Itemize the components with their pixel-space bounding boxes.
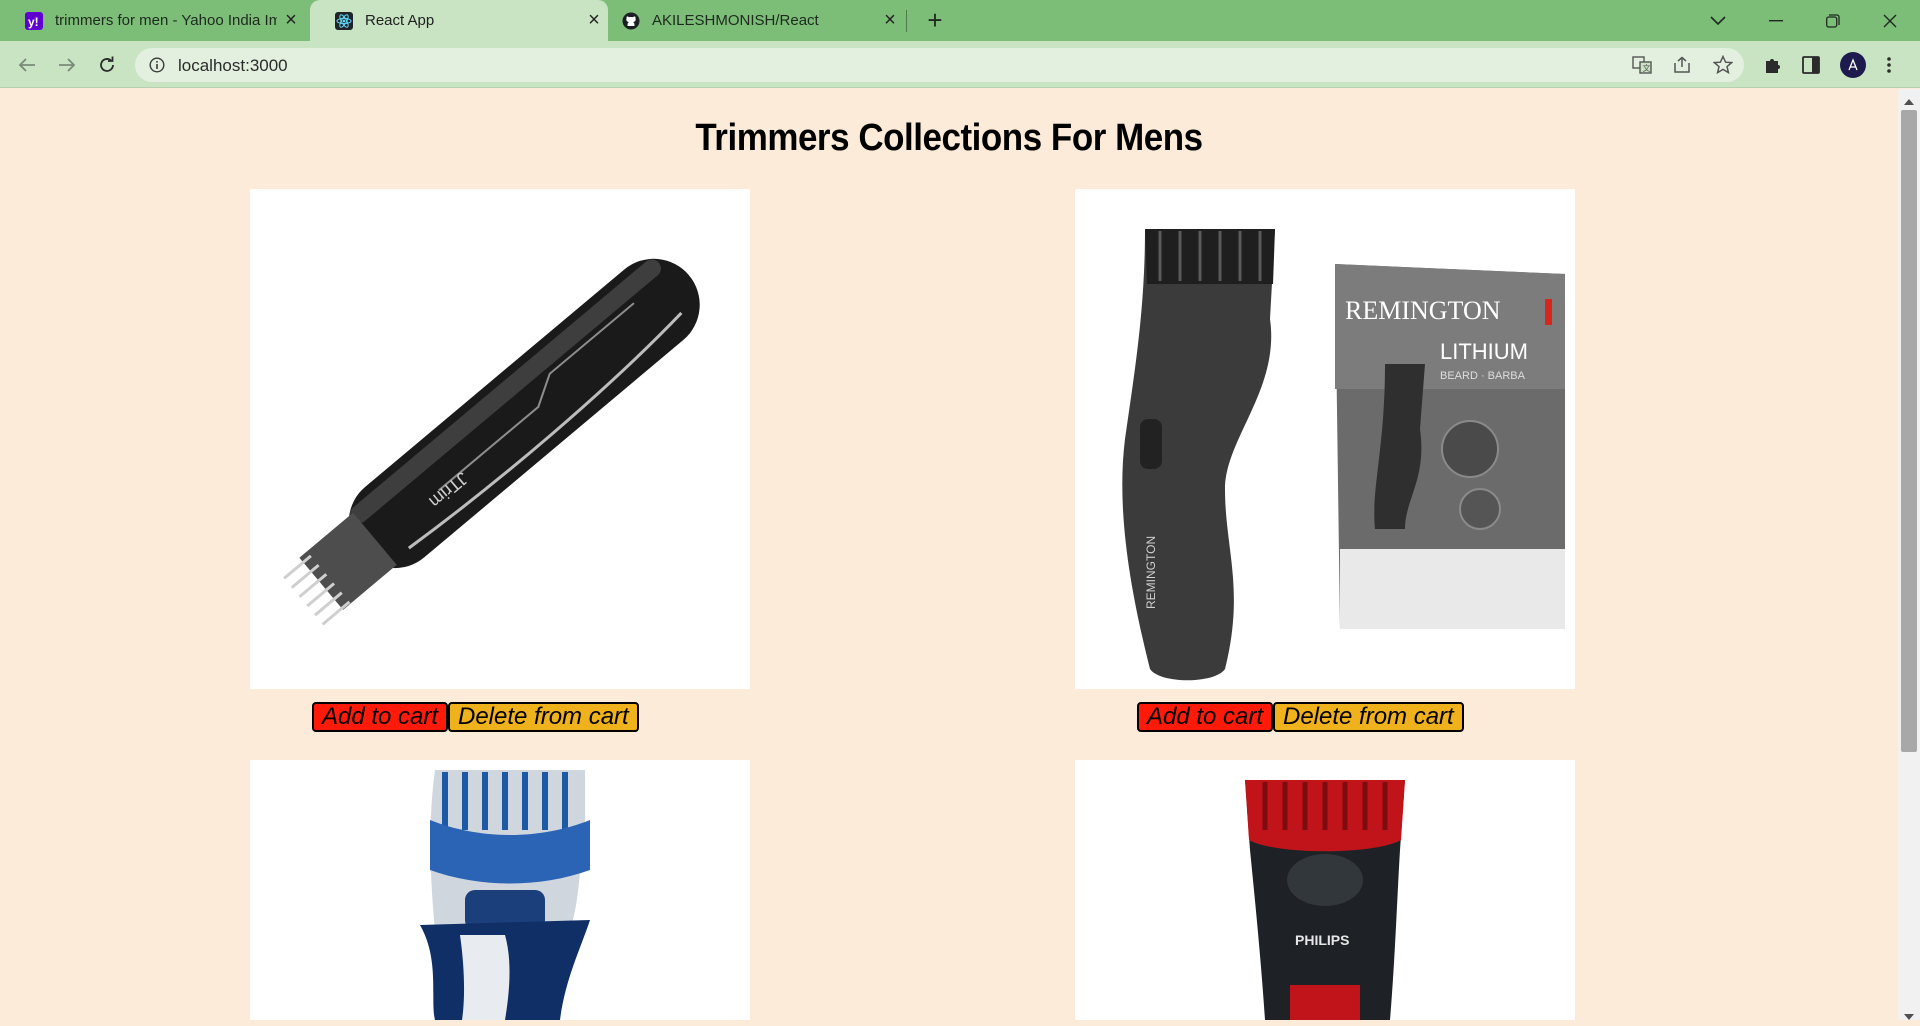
- yahoo-icon: y!: [25, 11, 43, 30]
- kebab-menu-icon[interactable]: [1886, 56, 1892, 79]
- bookmark-star-icon[interactable]: [1712, 54, 1734, 80]
- share-icon[interactable]: [1673, 56, 1691, 79]
- delete-from-cart-button[interactable]: Delete from cart: [448, 702, 639, 732]
- philips-brand-text: PHILIPS: [1295, 932, 1349, 948]
- close-tab-icon[interactable]: ×: [580, 9, 608, 32]
- tab-title: trimmers for men - Yahoo India Image Sea…: [55, 12, 277, 29]
- tab-react-app[interactable]: React App ×: [310, 0, 608, 41]
- page-title: Trimmers Collections For Mens: [695, 117, 1203, 159]
- translate-icon[interactable]: 文: [1632, 56, 1652, 79]
- tab-title: AKILESHMONISH/React: [652, 12, 819, 29]
- svg-text:文: 文: [1643, 63, 1651, 73]
- url-text: localhost:3000: [178, 56, 288, 75]
- tab-yahoo[interactable]: y! trimmers for men - Yahoo India Image …: [0, 0, 305, 41]
- close-tab-icon[interactable]: ×: [876, 9, 904, 32]
- close-tab-icon[interactable]: ×: [277, 9, 305, 32]
- scrollbar-thumb[interactable]: [1901, 110, 1917, 752]
- svg-text:REMINGTON: REMINGTON: [1144, 536, 1158, 609]
- scroll-up-arrow-icon[interactable]: [1903, 93, 1915, 111]
- close-window-icon[interactable]: [1862, 0, 1918, 41]
- box-brand-text: REMINGTON: [1345, 296, 1501, 325]
- product-image-remington-trimmer: REMINGTON REMINGTON LITHIUM BEARD · BARB…: [1075, 189, 1575, 689]
- restore-icon[interactable]: [1805, 0, 1861, 41]
- svg-text:y!: y!: [28, 15, 39, 29]
- scroll-down-arrow-icon[interactable]: [1903, 1008, 1915, 1026]
- delete-from-cart-button[interactable]: Delete from cart: [1273, 702, 1464, 732]
- product-image-jtrim-trimmer: JTrim: [250, 189, 750, 689]
- reload-icon[interactable]: [92, 50, 122, 80]
- site-info-icon[interactable]: [149, 57, 165, 78]
- tab-divider: [906, 10, 907, 32]
- add-to-cart-button[interactable]: Add to cart: [312, 702, 449, 732]
- tab-search-chevron-icon[interactable]: [1690, 0, 1746, 41]
- side-panel-icon[interactable]: [1802, 56, 1820, 79]
- extensions-puzzle-icon[interactable]: [1763, 55, 1783, 80]
- tab-github[interactable]: AKILESHMONISH/React ×: [612, 0, 904, 41]
- forward-arrow-icon[interactable]: [52, 50, 82, 80]
- add-to-cart-button[interactable]: Add to cart: [1137, 702, 1274, 732]
- product-image-philips-trimmer: PHILIPS: [1075, 760, 1575, 1020]
- address-bar[interactable]: [135, 48, 1744, 82]
- tab-title: React App: [365, 12, 435, 29]
- github-icon: [622, 12, 640, 30]
- profile-avatar[interactable]: [1840, 52, 1866, 78]
- box-sub-text: BEARD · BARBA: [1440, 370, 1526, 382]
- new-tab-plus-icon[interactable]: +: [920, 6, 950, 36]
- react-icon: [335, 11, 353, 30]
- box-line-text: LITHIUM: [1440, 339, 1528, 364]
- product-image-blue-trimmer: [250, 760, 750, 1020]
- minimize-icon[interactable]: [1748, 0, 1804, 41]
- back-arrow-icon[interactable]: [12, 50, 42, 80]
